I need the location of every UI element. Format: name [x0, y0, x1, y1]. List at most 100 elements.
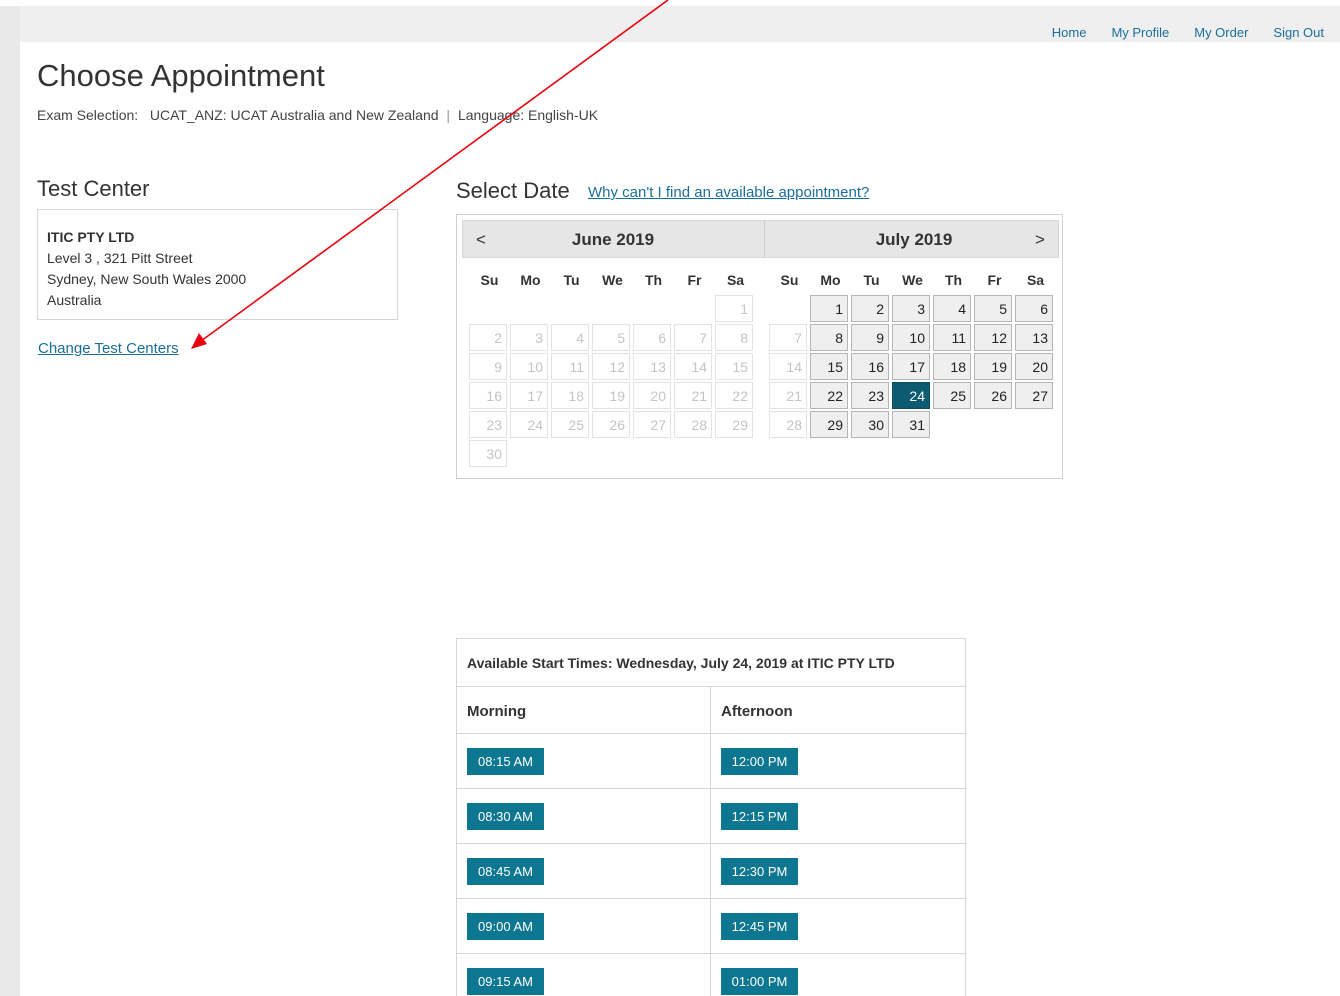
weekday-label: We [902, 272, 923, 288]
day-cell[interactable]: 11 [933, 324, 971, 351]
prev-month-button[interactable]: < [471, 230, 491, 250]
day-cell[interactable]: 16 [851, 353, 889, 380]
month-grid-june: Su Mo Tu We Th Fr Sa 1 2 3 4 5 6 7 8 9 10 11 12 13 14 15 16 17 1… [469, 265, 756, 469]
weekday-label: We [602, 272, 623, 288]
nav-sign-out-link[interactable]: Sign Out [1273, 25, 1324, 40]
day-cell: 25 [551, 411, 589, 438]
day-cell: 16 [469, 382, 507, 409]
day-empty [592, 295, 630, 322]
weekday-label: Tu [563, 272, 580, 288]
day-empty [633, 440, 671, 467]
calendar-header: < June 2019 July 2019 > [462, 220, 1059, 258]
afternoon-time-button[interactable]: 12:00 PM [721, 748, 798, 775]
top-nav: Home My Profile My Order Sign Out [1052, 25, 1324, 40]
day-cell: 8 [715, 324, 753, 351]
day-cell: 13 [633, 353, 671, 380]
day-cell: 14 [769, 353, 807, 380]
day-cell[interactable]: 17 [892, 353, 930, 380]
day-empty [551, 295, 589, 322]
day-cell-selected[interactable]: 24 [892, 382, 930, 409]
why-no-appointment-link[interactable]: Why can't I find an available appointmen… [588, 184, 869, 201]
annotation-arrowhead [191, 333, 207, 349]
day-cell: 7 [674, 324, 712, 351]
exam-selection-value: UCAT_ANZ: UCAT Australia and New Zealand [149, 107, 439, 123]
morning-time-cell: 08:45 AM [457, 844, 711, 898]
day-cell[interactable]: 30 [851, 411, 889, 438]
day-cell[interactable]: 8 [810, 324, 848, 351]
day-cell[interactable]: 6 [1015, 295, 1053, 322]
morning-header: Morning [457, 687, 711, 733]
day-cell[interactable]: 31 [892, 411, 930, 438]
select-date-heading: Select Date [456, 178, 570, 203]
day-empty [633, 295, 671, 322]
day-cell[interactable]: 19 [974, 353, 1012, 380]
day-cell: 4 [551, 324, 589, 351]
day-cell[interactable]: 23 [851, 382, 889, 409]
week-row: 7 8 9 10 11 12 13 [769, 324, 1056, 353]
day-cell[interactable]: 10 [892, 324, 930, 351]
day-cell[interactable]: 13 [1015, 324, 1053, 351]
day-cell[interactable]: 27 [1015, 382, 1053, 409]
afternoon-time-button[interactable]: 12:30 PM [721, 858, 798, 885]
morning-time-cell: 09:15 AM [457, 954, 711, 996]
weekday-header-row: Su Mo Tu We Th Fr Sa [769, 265, 1056, 295]
day-cell[interactable]: 3 [892, 295, 930, 322]
week-row: 2345678 [469, 324, 756, 353]
month-title-july: July 2019 [875, 230, 953, 249]
morning-time-button[interactable]: 08:45 AM [467, 858, 544, 885]
day-cell[interactable]: 1 [810, 295, 848, 322]
test-center-box: ITIC PTY LTD Level 3 , 321 Pitt Street S… [37, 209, 398, 320]
exam-selection-label: Exam Selection: [37, 107, 139, 123]
morning-time-button[interactable]: 08:15 AM [467, 748, 544, 775]
times-header-row: Morning Afternoon [457, 687, 965, 734]
day-empty [469, 295, 507, 322]
day-cell[interactable]: 22 [810, 382, 848, 409]
day-cell[interactable]: 4 [933, 295, 971, 322]
day-cell: 29 [715, 411, 753, 438]
weekday-label: Fr [987, 272, 1002, 288]
day-cell: 19 [592, 382, 630, 409]
afternoon-time-button[interactable]: 01:00 PM [721, 968, 798, 995]
time-row: 08:15 AM 12:00 PM [457, 734, 965, 789]
day-cell[interactable]: 26 [974, 382, 1012, 409]
morning-time-button[interactable]: 09:00 AM [467, 913, 544, 940]
exam-separator: | [446, 107, 451, 123]
change-test-centers-link[interactable]: Change Test Centers [38, 340, 179, 357]
day-cell: 11 [551, 353, 589, 380]
day-cell[interactable]: 12 [974, 324, 1012, 351]
day-cell[interactable]: 2 [851, 295, 889, 322]
afternoon-time-cell: 01:00 PM [711, 954, 965, 996]
day-cell[interactable]: 29 [810, 411, 848, 438]
day-cell: 28 [769, 411, 807, 438]
morning-time-button[interactable]: 09:15 AM [467, 968, 544, 995]
afternoon-time-button[interactable]: 12:45 PM [721, 913, 798, 940]
next-month-button[interactable]: > [1030, 230, 1050, 250]
calendar-divider [764, 221, 765, 257]
day-cell[interactable]: 18 [933, 353, 971, 380]
day-cell: 10 [510, 353, 548, 380]
day-cell: 23 [469, 411, 507, 438]
day-cell[interactable]: 5 [974, 295, 1012, 322]
test-center-address-line2: Sydney, New South Wales 2000 [47, 271, 247, 287]
afternoon-time-button[interactable]: 12:15 PM [721, 803, 798, 830]
test-center-name: ITIC PTY LTD [47, 229, 135, 245]
afternoon-time-cell: 12:15 PM [711, 789, 965, 843]
day-empty [933, 411, 971, 438]
day-cell[interactable]: 9 [851, 324, 889, 351]
month-grid-july: Su Mo Tu We Th Fr Sa 1 2 3 4 5 6 7 8 9 10 11 12 13 14 15 16 17 1… [769, 265, 1056, 440]
week-row: 23 24 25 26 27 28 29 [469, 411, 756, 440]
day-cell[interactable]: 25 [933, 382, 971, 409]
nav-my-order-link[interactable]: My Order [1194, 25, 1248, 40]
day-cell[interactable]: 15 [810, 353, 848, 380]
header-bar: Home My Profile My Order Sign Out [0, 6, 1340, 42]
nav-my-profile-link[interactable]: My Profile [1111, 25, 1169, 40]
page-title: Choose Appointment [37, 58, 325, 93]
morning-time-cell: 08:30 AM [457, 789, 711, 843]
day-cell[interactable]: 20 [1015, 353, 1053, 380]
morning-time-button[interactable]: 08:30 AM [467, 803, 544, 830]
test-center-address-line1: Level 3 , 321 Pitt Street [47, 250, 193, 266]
date-picker-calendar: < June 2019 July 2019 > Su Mo Tu We Th Fr Sa 1 2… [456, 214, 1063, 479]
day-empty [674, 440, 712, 467]
day-empty [1015, 411, 1053, 438]
nav-home-link[interactable]: Home [1052, 25, 1087, 40]
